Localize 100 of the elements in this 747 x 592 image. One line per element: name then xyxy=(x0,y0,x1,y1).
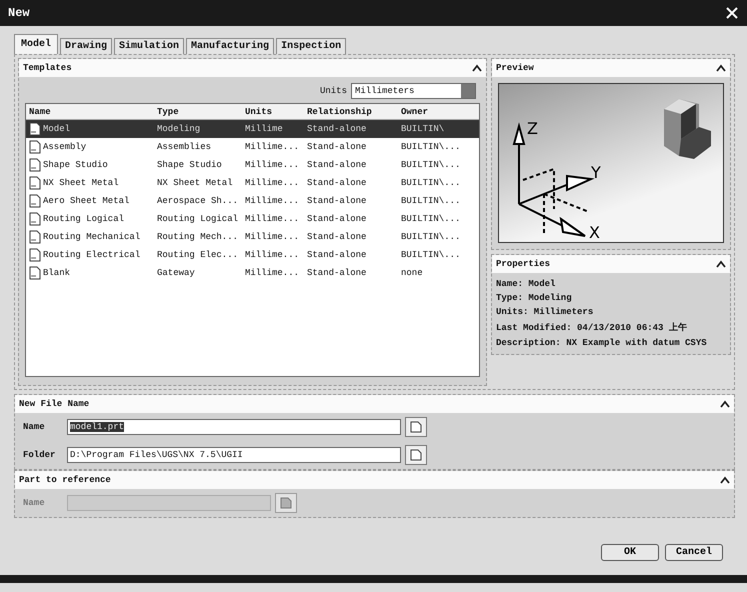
template-icon xyxy=(29,230,41,244)
section-title: Properties xyxy=(496,259,550,269)
table-cell-text: Millime... xyxy=(244,142,300,152)
template-icon xyxy=(29,212,41,226)
template-icon xyxy=(29,194,41,208)
template-icon xyxy=(29,140,41,154)
table-cell-text: Millime... xyxy=(244,232,300,242)
template-icon xyxy=(29,158,41,172)
browse-button[interactable] xyxy=(405,417,427,437)
table-cell-text: BUILTIN\... xyxy=(400,232,462,242)
table-cell-text: Millime... xyxy=(244,250,300,260)
table-cell-text: Stand-alone xyxy=(306,178,368,188)
template-row[interactable]: NX Sheet Metal NX Sheet Metal Millime... Stand-alone BUILTIN\... xyxy=(26,174,479,192)
table-cell-text: Assemblies xyxy=(156,142,212,152)
column-header[interactable]: Type xyxy=(154,106,242,116)
table-cell: Routing Mechanical xyxy=(43,232,140,242)
table-cell-text: Stand-alone xyxy=(306,232,368,242)
table-cell-text: Stand-alone xyxy=(306,160,368,170)
units-dropdown[interactable]: Millimeters xyxy=(351,83,476,99)
field-label: Name xyxy=(23,498,46,508)
collapse-icon[interactable] xyxy=(716,260,726,268)
close-icon[interactable] xyxy=(725,6,739,20)
table-cell: Model xyxy=(43,124,70,134)
table-cell-text: Routing Elec... xyxy=(156,250,240,260)
table-cell-text: Millime... xyxy=(244,214,300,224)
column-header[interactable]: Relationship xyxy=(304,106,398,116)
section-title: Part to reference xyxy=(19,475,111,485)
field-label: Folder xyxy=(23,450,56,460)
table-cell-text: BUILTIN\... xyxy=(400,214,462,224)
table-cell-text: Millime... xyxy=(244,268,300,278)
solid-block-drawing xyxy=(664,99,711,159)
table-cell-text: none xyxy=(400,268,424,278)
table-cell-text: BUILTIN\... xyxy=(400,178,462,188)
table-cell-text: Stand-alone xyxy=(306,268,368,278)
template-row[interactable]: Routing Electrical Routing Elec... Millime... Stand-alone BUILTIN\... xyxy=(26,246,479,264)
collapse-icon[interactable] xyxy=(720,476,730,484)
folder-field[interactable]: D:\Program Files\UGS\NX 7.5\UGII xyxy=(67,447,401,463)
table-cell-text: Millime... xyxy=(244,196,300,206)
table-cell-text: Routing Logical xyxy=(156,214,240,224)
name-field[interactable]: model1.prt xyxy=(67,419,401,435)
table-cell-text: Stand-alone xyxy=(306,142,368,152)
column-header[interactable]: Units xyxy=(242,106,304,116)
table-cell-text: Shape Studio xyxy=(156,160,223,170)
table-cell-text: Modeling xyxy=(156,124,202,134)
browse-button[interactable] xyxy=(405,445,427,465)
table-cell: Shape Studio xyxy=(43,160,108,170)
property-text: Type: Modeling xyxy=(496,293,573,303)
collapse-icon[interactable] xyxy=(472,64,482,72)
units-label: Units xyxy=(320,86,347,96)
template-row[interactable]: Aero Sheet Metal Aerospace Sh... Millime... Stand-alone BUILTIN\... xyxy=(26,192,479,210)
tab[interactable]: Inspection xyxy=(276,38,346,54)
table-cell-text: Gateway xyxy=(156,268,196,278)
table-cell-text: Routing Mech... xyxy=(156,232,240,242)
table-cell-text: BUILTIN\... xyxy=(400,250,462,260)
table-cell: Assembly xyxy=(43,142,86,152)
property-text: Last Modified: 04/13/2010 06:43 上午 xyxy=(496,321,688,334)
table-cell: Routing Electrical xyxy=(43,250,140,260)
template-icon xyxy=(29,176,41,190)
table-cell-text: BUILTIN\ xyxy=(400,124,446,134)
template-row[interactable]: Model Modeling Millime Stand-alone BUILTIN\ xyxy=(26,120,479,138)
table-cell-text: Stand-alone xyxy=(306,196,368,206)
table-cell-text: Aerospace Sh... xyxy=(156,196,240,206)
property-text: Description: NX Example with datum CSYS xyxy=(496,338,708,348)
tab[interactable]: Model xyxy=(14,34,58,54)
template-row[interactable]: Shape Studio Shape Studio Millime... Stand-alone BUILTIN\... xyxy=(26,156,479,174)
table-cell-text: Stand-alone xyxy=(306,214,368,224)
column-header[interactable]: Name xyxy=(26,106,154,116)
template-row[interactable]: Assembly Assemblies Millime... Stand-alone BUILTIN\... xyxy=(26,138,479,156)
part-name-field[interactable] xyxy=(67,495,271,511)
template-icon xyxy=(29,248,41,262)
tab[interactable]: Drawing xyxy=(60,38,112,54)
template-row[interactable]: Routing Mechanical Routing Mech... Millime... Stand-alone BUILTIN\... xyxy=(26,228,479,246)
section-title: Preview xyxy=(496,63,534,73)
table-cell-text: Stand-alone xyxy=(306,124,368,134)
section-title: New File Name xyxy=(19,399,90,409)
file-icon xyxy=(279,496,293,510)
table-cell: Routing Logical xyxy=(43,214,124,224)
template-row[interactable]: Routing Logical Routing Logical Millime... Stand-alone BUILTIN\... xyxy=(26,210,479,228)
template-row[interactable]: Blank Gateway Millime... Stand-alone none xyxy=(26,264,479,282)
column-header[interactable]: Owner xyxy=(398,106,476,116)
table-cell-text: Millime... xyxy=(244,178,300,188)
table-cell-text: Stand-alone xyxy=(306,250,368,260)
template-icon xyxy=(29,266,41,280)
dialog-button[interactable]: Cancel xyxy=(665,544,723,561)
table-cell-text: NX Sheet Metal xyxy=(156,178,234,188)
table-cell-text: Millime xyxy=(244,124,284,134)
window-title: New xyxy=(8,6,30,20)
table-cell-text: BUILTIN\... xyxy=(400,160,462,170)
collapse-icon[interactable] xyxy=(720,400,730,408)
tab[interactable]: Simulation xyxy=(114,38,184,54)
table-cell: NX Sheet Metal xyxy=(43,178,119,188)
file-icon xyxy=(409,420,423,434)
tab[interactable]: Manufacturing xyxy=(186,38,274,54)
table-cell-text: Millime... xyxy=(244,160,300,170)
dialog-button[interactable]: OK xyxy=(601,544,659,561)
section-title: Templates xyxy=(23,63,72,73)
table-cell-text: BUILTIN\... xyxy=(400,142,462,152)
collapse-icon[interactable] xyxy=(716,64,726,72)
field-label: Name xyxy=(23,422,46,432)
property-text: Name: Model xyxy=(496,279,556,289)
